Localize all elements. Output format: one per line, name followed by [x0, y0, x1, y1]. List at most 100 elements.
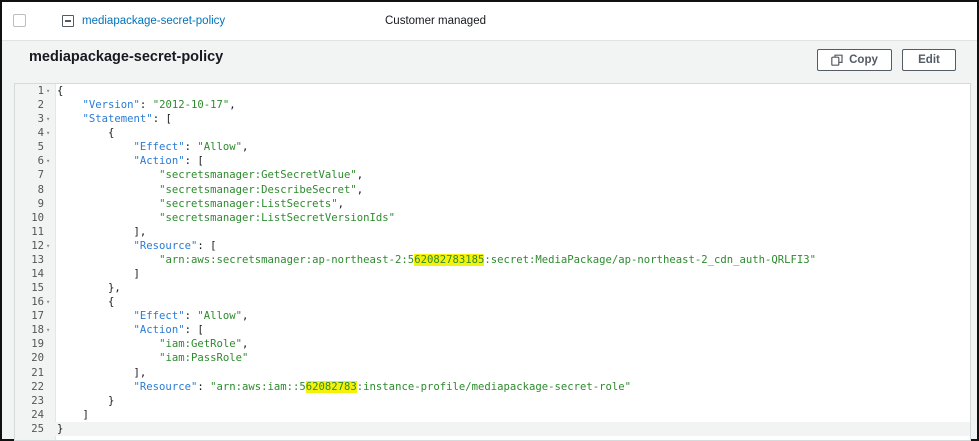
- code-text: "Action": [: [57, 154, 204, 168]
- code-token: "Action": [133, 324, 185, 337]
- fold-caret-icon[interactable]: ▾: [46, 323, 54, 337]
- code-token: "secretsmanager:ListSecretVersionIds": [159, 211, 396, 224]
- code-token: "Statement": [82, 113, 153, 126]
- code-line[interactable]: 6 ▾ "Action": [: [15, 154, 970, 168]
- line-number: 2: [37, 99, 44, 112]
- code-token: 62082783: [305, 380, 357, 393]
- code-text: "iam:GetRole",: [57, 337, 248, 351]
- code-line[interactable]: 25}: [15, 421, 970, 436]
- code-line[interactable]: 15 },: [15, 281, 970, 295]
- line-number: 22: [31, 380, 44, 393]
- line-number: 5: [37, 141, 44, 154]
- policy-json-editor[interactable]: 1 ▾{2 "Version": "2012-10-17", 3 ▾ "Stateme…: [14, 83, 971, 441]
- code-line[interactable]: 10 "secretsmanager:ListSecretVersionIds": [15, 211, 970, 225]
- code-token: "Resource": [133, 380, 198, 393]
- row-checkbox[interactable]: [13, 14, 26, 27]
- code-token: {: [57, 296, 115, 309]
- code-line[interactable]: 3 ▾ "Statement": [: [15, 112, 970, 126]
- fold-caret-icon[interactable]: ▾: [46, 154, 54, 168]
- code-token: {: [57, 127, 115, 140]
- code-token: ,: [356, 183, 364, 196]
- code-token: :secret:MediaPackage/ap-northeast-2_cdn_…: [484, 253, 817, 266]
- copy-icon: [831, 54, 843, 66]
- code-token: ],: [57, 225, 147, 238]
- code-line[interactable]: 2 "Version": "2012-10-17",: [15, 98, 970, 112]
- fold-caret-icon[interactable]: ▾: [46, 84, 54, 98]
- code-line[interactable]: 23 }: [15, 394, 970, 408]
- code-token: :instance-profile/mediapackage-secret-ro…: [356, 380, 632, 393]
- policy-detail-panel: mediapackage-secret-policy Copy Edit 1 ▾{…: [2, 41, 977, 441]
- code-line[interactable]: 24 ]: [15, 408, 970, 422]
- code-token: "2012-10-17": [152, 99, 230, 112]
- code-token: "Effect": [133, 310, 185, 323]
- code-text: ],: [57, 225, 147, 239]
- line-number: 4: [37, 127, 44, 140]
- code-text: "Statement": [: [57, 112, 172, 126]
- code-line[interactable]: 13 "arn:aws:secretsmanager:ap-northeast-…: [15, 253, 970, 267]
- code-text: "Effect": "Allow",: [57, 140, 249, 154]
- line-number: 10: [31, 211, 44, 224]
- line-number: 1: [37, 85, 44, 97]
- code-text: "secretsmanager:GetSecretValue",: [57, 168, 363, 182]
- code-token: "secretsmanager:ListSecrets": [159, 197, 338, 210]
- code-token: : [: [197, 239, 217, 252]
- code-line[interactable]: 16 ▾ {: [15, 295, 970, 309]
- fold-caret-icon[interactable]: ▾: [46, 239, 54, 253]
- code-line[interactable]: 11 ],: [15, 225, 970, 239]
- code-token: :: [139, 99, 153, 112]
- code-line[interactable]: 4 ▾ {: [15, 126, 970, 140]
- code-token: "Effect": [133, 141, 185, 154]
- code-line[interactable]: 9 "secretsmanager:ListSecrets",: [15, 197, 970, 211]
- line-number: 9: [37, 197, 44, 210]
- code-line[interactable]: 22 "Resource": "arn:aws:iam::562082783:i…: [15, 380, 970, 394]
- fold-caret-icon[interactable]: ▾: [46, 295, 54, 309]
- code-line[interactable]: 5 "Effect": "Allow",: [15, 140, 970, 154]
- line-number: 7: [37, 169, 44, 182]
- code-token: 62082783185: [414, 253, 485, 266]
- line-number: 20: [31, 352, 44, 365]
- code-text: "secretsmanager:ListSecrets",: [57, 197, 344, 211]
- code-text: "Effect": "Allow",: [57, 309, 249, 323]
- line-number: 16: [31, 296, 44, 309]
- code-text: "arn:aws:secretsmanager:ap-northeast-2:5…: [57, 253, 816, 267]
- code-line[interactable]: 1 ▾{: [15, 84, 970, 98]
- code-token: }: [57, 394, 115, 407]
- fold-caret-icon[interactable]: ▾: [46, 126, 54, 140]
- code-line[interactable]: 19 "iam:GetRole",: [15, 337, 970, 351]
- code-token: {: [57, 85, 64, 97]
- code-line[interactable]: 18 ▾ "Action": [: [15, 323, 970, 337]
- fold-caret-icon[interactable]: ▾: [46, 112, 54, 126]
- copy-button[interactable]: Copy: [817, 49, 892, 71]
- code-text: {: [57, 126, 114, 140]
- code-token: "arn:aws:secretsmanager:ap-northeast-2:5: [159, 253, 415, 266]
- code-line[interactable]: 21 ],: [15, 366, 970, 380]
- code-token: : [: [152, 113, 172, 126]
- code-line[interactable]: 8 "secretsmanager:DescribeSecret",: [15, 183, 970, 197]
- code-token: :: [197, 380, 211, 393]
- code-line[interactable]: 17 "Effect": "Allow",: [15, 309, 970, 323]
- code-text: "Version": "2012-10-17",: [57, 98, 236, 112]
- code-token: "arn:aws:iam::5: [210, 380, 306, 393]
- edit-button[interactable]: Edit: [902, 49, 956, 71]
- policy-name-link[interactable]: mediapackage-secret-policy: [82, 15, 225, 27]
- minus-square-icon[interactable]: [62, 15, 74, 27]
- line-number: 25: [31, 422, 44, 435]
- code-line[interactable]: 12 ▾ "Resource": [: [15, 239, 970, 253]
- code-lines: 1 ▾{2 "Version": "2012-10-17", 3 ▾ "Stateme…: [15, 84, 970, 436]
- code-text: "secretsmanager:ListSecretVersionIds": [57, 211, 395, 225]
- code-token: ]: [57, 408, 89, 421]
- code-text: },: [57, 281, 121, 295]
- policy-table-row[interactable]: mediapackage-secret-policy Customer mana…: [2, 2, 977, 41]
- code-line[interactable]: 20 "iam:PassRole": [15, 351, 970, 365]
- code-text: }: [57, 394, 114, 408]
- code-line[interactable]: 7 "secretsmanager:GetSecretValue",: [15, 168, 970, 182]
- code-line[interactable]: 14 ]: [15, 267, 970, 281]
- line-number: 12: [31, 239, 44, 252]
